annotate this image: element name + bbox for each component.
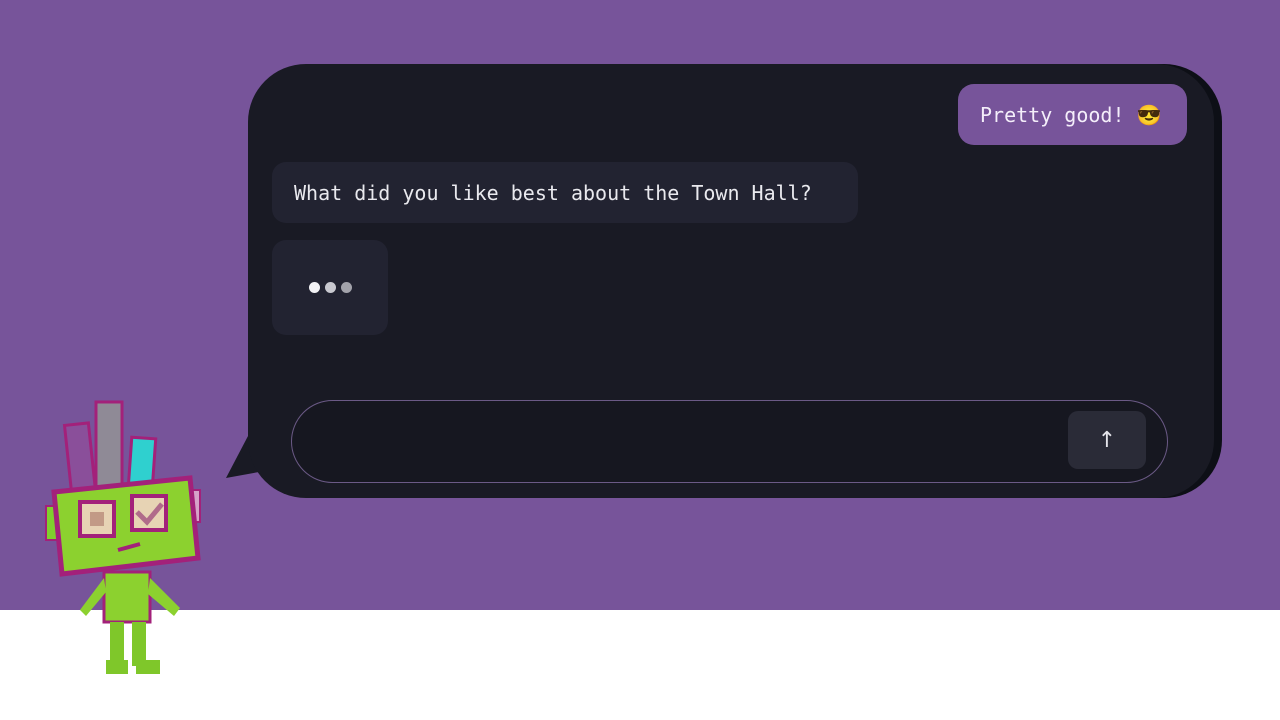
message-input[interactable] bbox=[316, 421, 1060, 465]
typing-dot bbox=[324, 282, 336, 293]
assistant-message: What did you like best about the Town Ha… bbox=[272, 162, 858, 223]
typing-indicator bbox=[272, 240, 388, 335]
user-message: Pretty good! 😎 bbox=[958, 84, 1187, 145]
typing-dot bbox=[308, 282, 320, 293]
robot-mascot-icon bbox=[45, 400, 201, 674]
assistant-message-text: What did you like best about the Town Ha… bbox=[294, 180, 812, 205]
typing-dot bbox=[340, 282, 352, 293]
message-input-container bbox=[291, 400, 1168, 483]
send-button[interactable]: ↑ bbox=[1068, 411, 1146, 469]
arrow-up-icon: ↑ bbox=[1097, 427, 1117, 453]
user-message-text: Pretty good! 😎 bbox=[980, 102, 1162, 127]
